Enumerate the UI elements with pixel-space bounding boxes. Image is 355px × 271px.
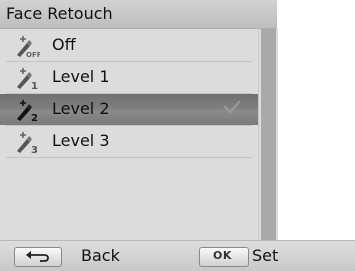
checkmark-icon — [222, 97, 242, 117]
option-level-1[interactable]: 1 Level 1 — [0, 62, 258, 93]
retouch-off-icon: OFF — [14, 34, 42, 59]
retouch-level-1-icon: 1 — [14, 66, 40, 92]
scrollbar[interactable] — [258, 29, 278, 240]
option-off[interactable]: OFF Off — [0, 30, 258, 61]
option-level-3[interactable]: 3 Level 3 — [0, 126, 258, 157]
option-label: Level 3 — [52, 131, 110, 150]
ok-button[interactable]: OK — [199, 247, 249, 267]
back-arrow-icon — [26, 251, 49, 262]
option-level-2[interactable]: 2 Level 2 — [0, 94, 258, 125]
svg-text:1: 1 — [31, 81, 38, 90]
set-label: Set — [252, 246, 279, 265]
option-label: Level 1 — [52, 67, 110, 86]
svg-text:2: 2 — [31, 113, 38, 122]
scrollbar-thumb[interactable] — [261, 29, 276, 240]
menu-title: Face Retouch — [6, 4, 113, 23]
svg-text:3: 3 — [31, 145, 38, 154]
menu-panel: Face Retouch OFF Off 1 Level 1 2 Level 2… — [0, 0, 278, 270]
bottom-bar: Back OK Set — [0, 240, 355, 271]
divider — [6, 157, 252, 158]
title-bar: Face Retouch — [0, 0, 277, 29]
retouch-level-3-icon: 3 — [14, 130, 40, 156]
option-label: Off — [52, 35, 76, 54]
ok-key-label: OK — [213, 249, 232, 262]
option-label: Level 2 — [52, 99, 110, 118]
svg-text:OFF: OFF — [26, 51, 40, 58]
option-list: OFF Off 1 Level 1 2 Level 2 3 Level 3 — [0, 30, 258, 240]
retouch-level-2-icon: 2 — [14, 98, 40, 124]
back-button[interactable] — [14, 247, 62, 267]
back-label: Back — [81, 246, 120, 265]
